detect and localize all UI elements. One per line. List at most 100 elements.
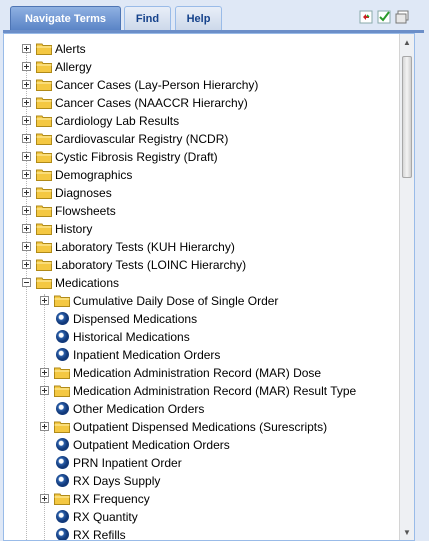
expand-icon[interactable] [22,80,31,89]
tree-node-label: Cancer Cases (NAACCR Hierarchy) [55,96,248,110]
tree-node-label: Laboratory Tests (LOINC Hierarchy) [55,258,247,272]
tree-node-label: Dispensed Medications [73,312,198,326]
expand-icon[interactable] [22,260,31,269]
expand-icon[interactable] [40,422,49,431]
tree-node-medication-child[interactable]: RX Quantity [4,508,399,526]
term-leaf-icon [56,402,69,415]
folder-icon [36,222,52,235]
folder-icon [36,168,52,181]
folder-icon [54,420,70,433]
folder-icon [36,132,52,145]
expand-icon[interactable] [22,62,31,71]
folder-icon [54,492,70,505]
expand-icon[interactable] [22,170,31,179]
tab-find[interactable]: Find [124,6,171,30]
scroll-up-arrow-icon[interactable]: ▲ [400,36,414,50]
tree-node-root[interactable]: Allergy [4,58,399,76]
tree-node-label: RX Days Supply [73,474,161,488]
tree-node-root[interactable]: History [4,220,399,238]
tree-node-root[interactable]: Cancer Cases (Lay-Person Hierarchy) [4,76,399,94]
expand-icon[interactable] [22,152,31,161]
expand-icon[interactable] [22,206,31,215]
tree-node-medication-child[interactable]: Outpatient Medication Orders [4,436,399,454]
term-leaf-icon [56,474,69,487]
folder-icon [36,150,52,163]
folder-icon [36,258,52,271]
term-leaf-icon [56,312,69,325]
tree-node-medication-child[interactable]: PRN Inpatient Order [4,454,399,472]
tree-node-label: Diagnoses [55,186,112,200]
tree-node-label: Demographics [55,168,133,182]
tree-node-root[interactable]: Flowsheets [4,202,399,220]
folder-icon [36,60,52,73]
tree-node-medication-child[interactable]: Medication Administration Record (MAR) R… [4,382,399,400]
collapse-icon[interactable] [22,278,31,287]
scroll-down-arrow-icon[interactable]: ▼ [400,526,414,540]
expand-icon[interactable] [40,368,49,377]
tree-node-root[interactable]: Laboratory Tests (KUH Hierarchy) [4,238,399,256]
expand-icon[interactable] [22,188,31,197]
tree-node-label: Cancer Cases (Lay-Person Hierarchy) [55,78,259,92]
tree-node-medication-child[interactable]: Cumulative Daily Dose of Single Order [4,292,399,310]
tree-node-label: RX Refills [73,528,126,540]
expand-icon[interactable] [22,134,31,143]
window-icon[interactable] [395,10,409,24]
folder-icon [36,276,52,289]
tree-panel: Alerts Allergy Cancer Cases (Lay-Person Hi… [3,33,415,541]
term-tree: Alerts Allergy Cancer Cases (Lay-Person Hi… [4,34,399,540]
tree-node-medication-child[interactable]: Dispensed Medications [4,310,399,328]
tree-node-label: RX Frequency [73,492,150,506]
folder-icon [54,384,70,397]
tree-node-label: Cystic Fibrosis Registry (Draft) [55,150,218,164]
refresh-icon[interactable] [359,10,373,24]
expand-icon[interactable] [22,242,31,251]
expand-icon[interactable] [40,494,49,503]
expand-icon[interactable] [22,98,31,107]
expand-icon[interactable] [40,386,49,395]
term-leaf-icon [56,348,69,361]
tree-node-root[interactable]: Cardiovascular Registry (NCDR) [4,130,399,148]
expand-icon[interactable] [22,44,31,53]
vertical-scrollbar[interactable]: ▲ ▼ [399,34,414,540]
tree-node-medication-child[interactable]: Other Medication Orders [4,400,399,418]
tab-help[interactable]: Help [175,6,222,30]
term-leaf-icon [56,330,69,343]
folder-icon [36,78,52,91]
tree-node-label: Cumulative Daily Dose of Single Order [73,294,279,308]
tree-node-label: Other Medication Orders [73,402,205,416]
folder-icon [54,366,70,379]
tree-node-root[interactable]: Diagnoses [4,184,399,202]
tree-node-label: Outpatient Medication Orders [73,438,230,452]
tree-node-label: PRN Inpatient Order [73,456,182,470]
tree-node-label: Historical Medications [73,330,190,344]
tab-navigate-terms[interactable]: Navigate Terms [10,6,121,30]
check-icon[interactable] [377,10,391,24]
tree-node-medication-child[interactable]: Outpatient Dispensed Medications (Suresc… [4,418,399,436]
tree-node-medication-child[interactable]: Historical Medications [4,328,399,346]
term-leaf-icon [56,528,69,540]
tree-node-root[interactable]: Cystic Fibrosis Registry (Draft) [4,148,399,166]
folder-icon [36,186,52,199]
expand-icon[interactable] [22,224,31,233]
expand-icon[interactable] [22,116,31,125]
tree-node-medication-child[interactable]: Inpatient Medication Orders [4,346,399,364]
tree-node-root[interactable]: Demographics [4,166,399,184]
tree-node-root[interactable]: Cancer Cases (NAACCR Hierarchy) [4,94,399,112]
folder-icon [36,204,52,217]
folder-icon [36,96,52,109]
tree-node-root[interactable]: Cardiology Lab Results [4,112,399,130]
tree-node-root[interactable]: Alerts [4,40,399,58]
tree-node-root[interactable]: Medications [4,274,399,292]
tree-node-medication-child[interactable]: RX Refills [4,526,399,540]
tree-node-medication-child[interactable]: RX Days Supply [4,472,399,490]
tree-node-medication-child[interactable]: RX Frequency [4,490,399,508]
tree-node-label: History [55,222,93,236]
expand-icon[interactable] [40,296,49,305]
tree-node-root[interactable]: Laboratory Tests (LOINC Hierarchy) [4,256,399,274]
folder-icon [36,114,52,127]
tree-node-medication-child[interactable]: Medication Administration Record (MAR) D… [4,364,399,382]
scroll-thumb[interactable] [402,56,412,178]
term-leaf-icon [56,438,69,451]
tree-node-label: Laboratory Tests (KUH Hierarchy) [55,240,235,254]
tree-node-label: Inpatient Medication Orders [73,348,221,362]
